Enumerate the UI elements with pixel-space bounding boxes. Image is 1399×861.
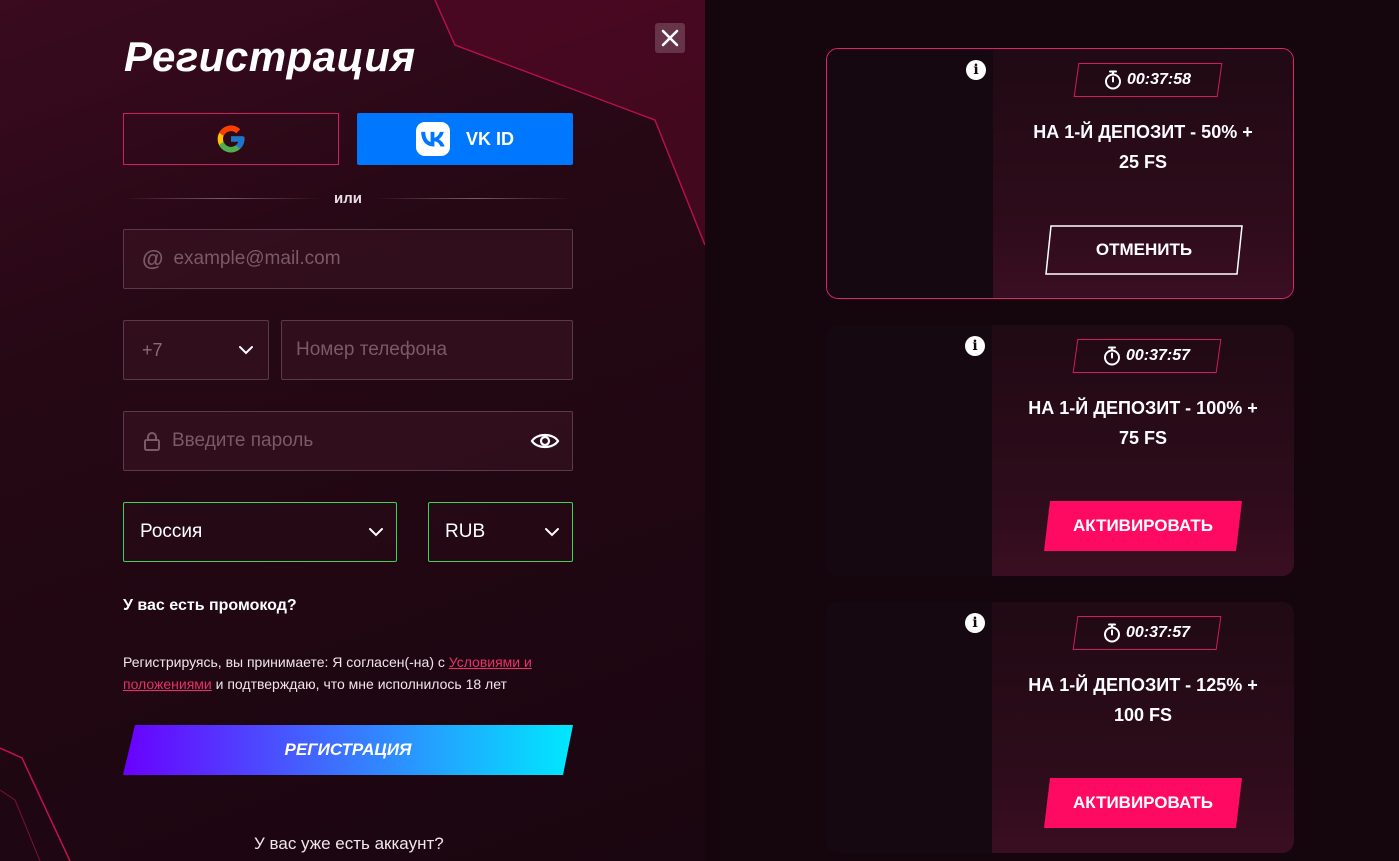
stopwatch-icon [1105,70,1122,90]
cancel-bonus-button[interactable]: ОТМЕНИТЬ [1045,225,1243,275]
close-icon [661,29,679,47]
phone-input[interactable] [296,339,572,361]
or-text: или [334,189,362,207]
chevron-down-icon [239,346,253,355]
bonus-image [826,602,992,853]
chevron-down-icon [545,528,559,537]
bonus-image [827,49,993,298]
has-account-link[interactable]: У вас уже есть аккаунт? [254,834,444,854]
google-login-button[interactable] [123,113,339,165]
close-button[interactable] [655,23,685,53]
email-input[interactable] [173,248,572,270]
bonus-image [826,325,992,576]
lock-icon [142,431,162,451]
info-icon[interactable]: i [965,613,985,633]
vk-icon [415,122,450,156]
chevron-down-icon [369,528,383,537]
terms-prefix: Регистрируясь, вы принимаете: Я согласен… [123,654,449,670]
password-field[interactable] [123,411,573,471]
bonus-title: НА 1-Й ДЕПОЗИТ - 100% + 75 FS [1028,398,1258,448]
activate-bonus-button[interactable]: АКТИВИРОВАТЬ [1044,778,1242,828]
timer-value: 00:37:57 [1126,624,1191,641]
bonus-card[interactable]: i 00:37:57 НА 1-Й ДЕПОЗИТ - 125% + 100 F… [826,602,1294,853]
currency-value: RUB [445,521,486,542]
registration-panel: Регистрация VK ID или @ +7 [0,0,705,861]
info-icon[interactable]: i [965,336,985,356]
stopwatch-icon [1104,346,1121,366]
bonus-timer: 00:37:58 [1073,63,1223,97]
google-icon [217,125,245,153]
bonus-timer: 00:37:57 [1072,339,1222,373]
activate-bonus-button[interactable]: АКТИВИРОВАТЬ [1044,501,1242,551]
currency-select[interactable]: RUB [428,502,573,562]
timer-value: 00:37:58 [1127,71,1192,88]
vk-login-label: VK ID [465,128,514,149]
promo-code-link[interactable]: У вас есть промокод? [123,597,297,615]
vk-login-button[interactable]: VK ID [357,113,573,165]
page-title: Регистрация [124,33,416,80]
eye-icon[interactable] [530,431,560,451]
bonus-timer: 00:37:57 [1072,616,1222,650]
bonus-card[interactable]: i 00:37:57 НА 1-Й ДЕПОЗИТ - 100% + 75 FS… [826,325,1294,576]
or-divider: или [123,188,574,208]
register-button[interactable]: РЕГИСТРАЦИЯ [123,725,573,775]
phone-field[interactable] [281,320,573,380]
bonus-title: НА 1-Й ДЕПОЗИТ - 50% + 25 FS [1033,122,1253,172]
info-icon[interactable]: i [966,60,986,80]
bonus-title: НА 1-Й ДЕПОЗИТ - 125% + 100 FS [1028,675,1258,725]
password-input[interactable] [172,430,530,452]
country-select[interactable]: Россия [123,502,397,562]
terms-suffix: и подтверждаю, что мне исполнилось 18 ле… [211,676,507,692]
bonus-card[interactable]: i 00:37:58 НА 1-Й ДЕПОЗИТ - 50% + 25 FS … [826,48,1294,299]
country-value: Россия [140,521,203,542]
phone-code-select[interactable]: +7 [123,320,269,380]
timer-value: 00:37:57 [1126,347,1191,364]
stopwatch-icon [1104,623,1121,643]
phone-code-value: +7 [142,339,163,360]
email-field[interactable]: @ [123,229,573,289]
terms-text: Регистрируясь, вы принимаете: Я согласен… [123,651,583,695]
at-icon: @ [142,246,164,271]
